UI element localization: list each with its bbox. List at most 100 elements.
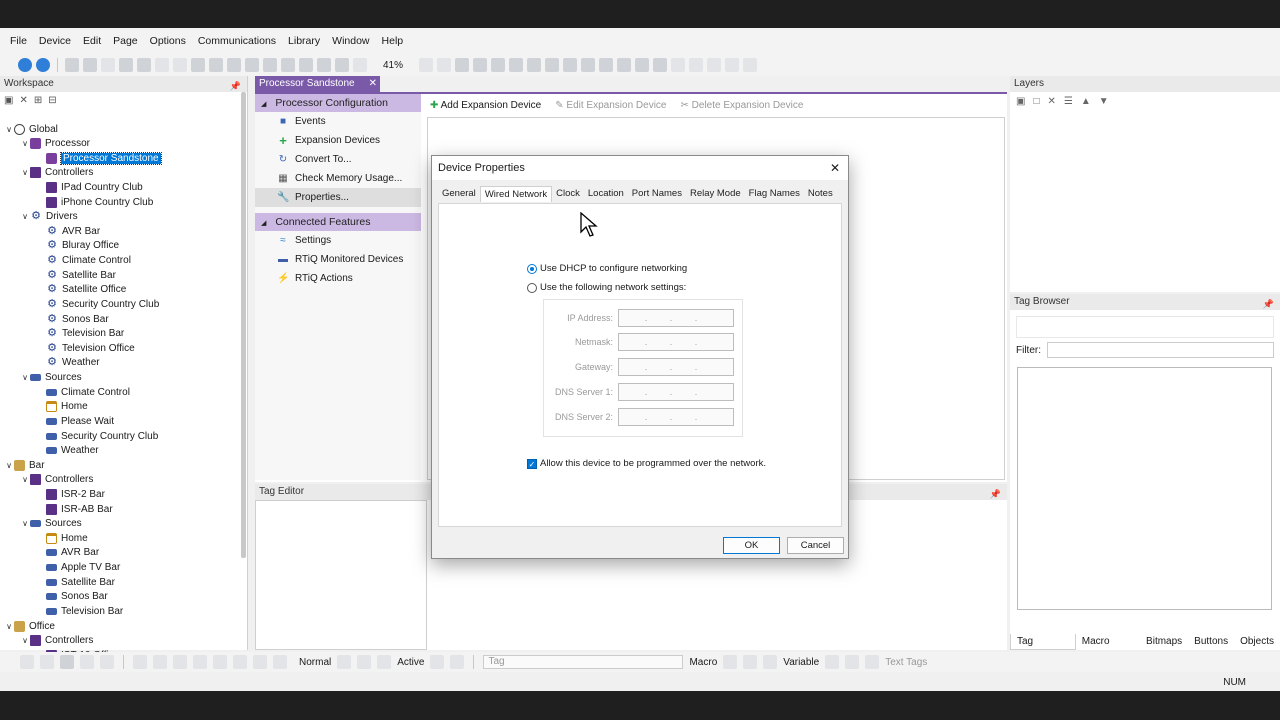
add-expansion-device-button[interactable]: ✚ Add Expansion Device [430,100,541,111]
tree-item[interactable]: Home [36,531,88,545]
shape-icon-7[interactable] [253,655,267,669]
open-folder-icon[interactable] [83,58,97,72]
action-events[interactable]: ■ Events [255,112,421,131]
tree-item[interactable]: ISR-2 Bar [36,488,105,502]
fill-color-icon[interactable] [357,655,372,669]
action-settings[interactable]: ≈ Settings [255,231,421,250]
page-icon-3[interactable] [281,58,295,72]
tree-item[interactable]: Home [36,400,88,414]
shape-icon-2[interactable] [153,655,167,669]
delete-layer-icon[interactable]: ✕ [1048,96,1056,107]
zoom-level[interactable]: 41% [383,60,403,71]
section-processor-configuration[interactable]: ◢ Processor Configuration [255,94,421,112]
active-state-label[interactable]: Active [397,657,424,668]
forward-icon[interactable] [36,58,50,72]
globe-icon-2[interactable] [825,655,840,669]
copy-layer-icon[interactable]: □ [1033,96,1039,107]
tab-buttons[interactable]: Buttons [1188,634,1234,650]
align-left-icon[interactable] [455,58,470,72]
macro-edit-icon[interactable] [743,655,758,669]
action-rtiq-actions[interactable]: ⚡ RTiQ Actions [255,269,421,288]
tree-item[interactable]: AVR Bar [36,546,99,560]
tree-item[interactable]: ∨ Office [4,619,55,633]
font-icon[interactable] [337,655,352,669]
collapse-chevron-icon[interactable]: ∨ [20,636,30,645]
collapse-chevron-icon[interactable]: ∨ [20,373,30,382]
dns-server-1-field[interactable]: . . . [618,383,734,401]
tab-flag-names[interactable]: Flag Names [745,186,804,202]
tag-browser-dropdown[interactable] [1016,316,1274,338]
filter-input[interactable] [1047,342,1274,358]
grid-icon[interactable] [335,58,349,72]
shape-icon-8[interactable] [273,655,287,669]
tab-relay-mode[interactable]: Relay Mode [686,186,745,202]
tree-item[interactable]: ∨ Processor [20,137,90,151]
tab-general[interactable]: General [438,186,480,202]
undo-icon[interactable] [155,58,169,72]
tree-item[interactable]: Please Wait [36,414,114,428]
variable-label[interactable]: Variable [783,657,819,668]
brush-icon[interactable] [20,655,34,669]
tree-item[interactable]: ∨ Controllers [20,166,93,180]
tag-editor-list[interactable] [255,500,427,650]
tree-item[interactable]: ∨ Sources [20,517,82,531]
radio-dot[interactable] [527,263,537,274]
tree-item[interactable]: ⚙ Climate Control [36,254,131,268]
align-center-icon[interactable] [473,58,488,72]
tree-item[interactable]: Satellite Bar [36,575,115,589]
page-icon-2[interactable] [263,58,277,72]
same-size-icon-2[interactable] [599,58,614,72]
center-icon[interactable] [635,58,650,72]
shape-icon-3[interactable] [173,655,187,669]
radio-dot[interactable] [527,282,537,293]
globe-icon[interactable] [723,655,738,669]
tree-item[interactable]: Apple TV Bar [36,561,120,575]
tag-field[interactable]: Tag [483,655,684,669]
shape-icon-4[interactable] [193,655,207,669]
back-icon[interactable] [18,58,32,72]
image-icon[interactable] [100,655,114,669]
action-expansion-devices[interactable]: + Expansion Devices [255,131,421,150]
text-icon[interactable] [80,655,94,669]
tree-item[interactable]: ⚙ Weather [36,356,100,370]
download-icon[interactable] [317,58,331,72]
arrow-left-icon[interactable] [725,58,740,72]
close-icon[interactable]: ✕ [369,76,377,92]
x-icon[interactable] [60,655,74,669]
ok-button[interactable]: OK [723,537,780,554]
align-icon-2[interactable] [437,58,452,72]
tab-bitmaps[interactable]: Bitmaps [1140,634,1188,650]
tab-objects[interactable]: Objects [1234,634,1280,650]
new-file-icon[interactable] [65,58,79,72]
menu-communications[interactable]: Communications [192,35,282,47]
workspace-tool-icon[interactable]: ▣ [4,95,13,106]
tree-item[interactable]: ⚙ Satellite Bar [36,268,116,282]
align-right-icon[interactable] [491,58,506,72]
menu-library[interactable]: Library [282,35,326,47]
expand-all-icon[interactable]: ⊞ [34,95,42,106]
dhcp-radio[interactable]: Use DHCP to configure networking [527,263,687,274]
pin-icon[interactable]: 📌 [230,78,241,94]
tab-macro-steps[interactable]: Macro Steps [1076,634,1140,663]
arrow-up-icon[interactable] [689,58,704,72]
dns-server-2-field[interactable]: . . . [618,408,734,426]
move-down-icon[interactable]: ▼ [1099,96,1109,107]
collapse-chevron-icon[interactable]: ∨ [4,125,14,134]
gateway-field[interactable]: . . . [618,358,734,376]
menu-window[interactable]: Window [326,35,375,47]
order-icon[interactable] [671,58,686,72]
checkmark-icon[interactable]: ✓ [527,458,537,469]
shape-icon-6[interactable] [233,655,247,669]
align-top-icon[interactable] [509,58,524,72]
collapse-chevron-icon[interactable]: ∨ [20,519,30,528]
pin-icon[interactable]: 📌 [990,486,1001,502]
tree-item[interactable]: ⚙ Security Country Club [36,297,159,311]
allow-network-programming-checkbox[interactable]: ✓ Allow this device to be programmed ove… [527,458,766,469]
close-file-icon[interactable] [101,58,115,72]
tab-clock[interactable]: Clock [552,186,584,202]
tree-item[interactable]: ⚙ Bluray Office [36,239,119,253]
macro-label[interactable]: Macro [689,657,717,668]
collapse-chevron-icon[interactable]: ∨ [4,461,14,470]
collapse-chevron-icon[interactable]: ∨ [20,168,30,177]
tab-wired-network[interactable]: Wired Network [479,186,553,202]
